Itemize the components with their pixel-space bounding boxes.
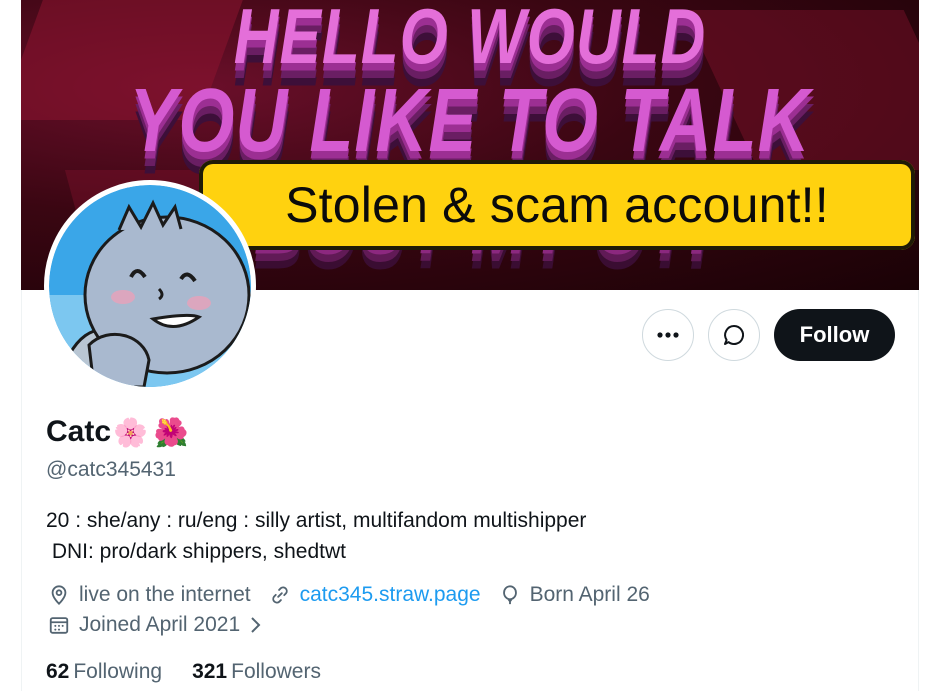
- calendar-icon: [49, 617, 69, 634]
- link-icon: [271, 586, 288, 604]
- scam-warning-sticker: Stolen & scam account!!: [199, 160, 915, 250]
- hibiscus-emoji-icon: 🌺: [153, 416, 189, 448]
- display-name-text: Catc: [46, 415, 112, 448]
- column-border-right: [918, 290, 919, 691]
- profile-bio: 20 : she/any : ru/eng : silly artist, mu…: [46, 509, 587, 563]
- follow-stats: 62 Following 321 Followers: [46, 660, 351, 684]
- more-options-button[interactable]: [642, 309, 694, 361]
- followers-stat[interactable]: 321 Followers: [192, 660, 321, 684]
- balloon-icon: [502, 585, 517, 605]
- following-count: 62: [46, 660, 70, 683]
- location-pin-icon: [51, 585, 67, 605]
- profile-meta-row: live on the internet catc345.straw.page …: [48, 583, 668, 607]
- website-item[interactable]: catc345.straw.page: [269, 583, 481, 607]
- more-horizontal-icon: [657, 332, 679, 338]
- message-bubble-icon: [724, 324, 745, 345]
- username-handle: @catc345431: [46, 458, 176, 481]
- follow-button[interactable]: Follow: [774, 309, 895, 361]
- following-stat[interactable]: 62 Following: [46, 660, 162, 684]
- location-text: live on the internet: [79, 583, 251, 606]
- following-label: Following: [73, 660, 163, 683]
- profile-meta-row: Joined April 2021: [48, 613, 289, 637]
- followers-count: 321: [192, 660, 228, 683]
- location-item: live on the internet: [48, 583, 251, 607]
- scam-warning-text: Stolen & scam account!!: [285, 177, 829, 233]
- page-margin-left: [0, 0, 20, 691]
- display-name: Catc 🌸 🌺: [46, 415, 189, 449]
- website-link[interactable]: catc345.straw.page: [300, 583, 481, 607]
- birthday-text: Born April 26: [529, 583, 650, 606]
- avatar[interactable]: [44, 180, 256, 392]
- banner-line-2: YOU LIKE TO TALK: [129, 71, 811, 171]
- column-border-left: [21, 290, 22, 691]
- joined-text: Joined April 2021: [79, 613, 241, 636]
- followers-label: Followers: [231, 660, 321, 683]
- message-button[interactable]: [708, 309, 760, 361]
- page-margin-right: [919, 0, 925, 691]
- birthday-item: Born April 26: [499, 583, 650, 607]
- chevron-right-icon: [251, 617, 261, 633]
- avatar-drawing-icon: [49, 185, 251, 387]
- joined-item[interactable]: Joined April 2021: [48, 613, 271, 637]
- cherry-blossom-emoji-icon: 🌸: [113, 416, 148, 448]
